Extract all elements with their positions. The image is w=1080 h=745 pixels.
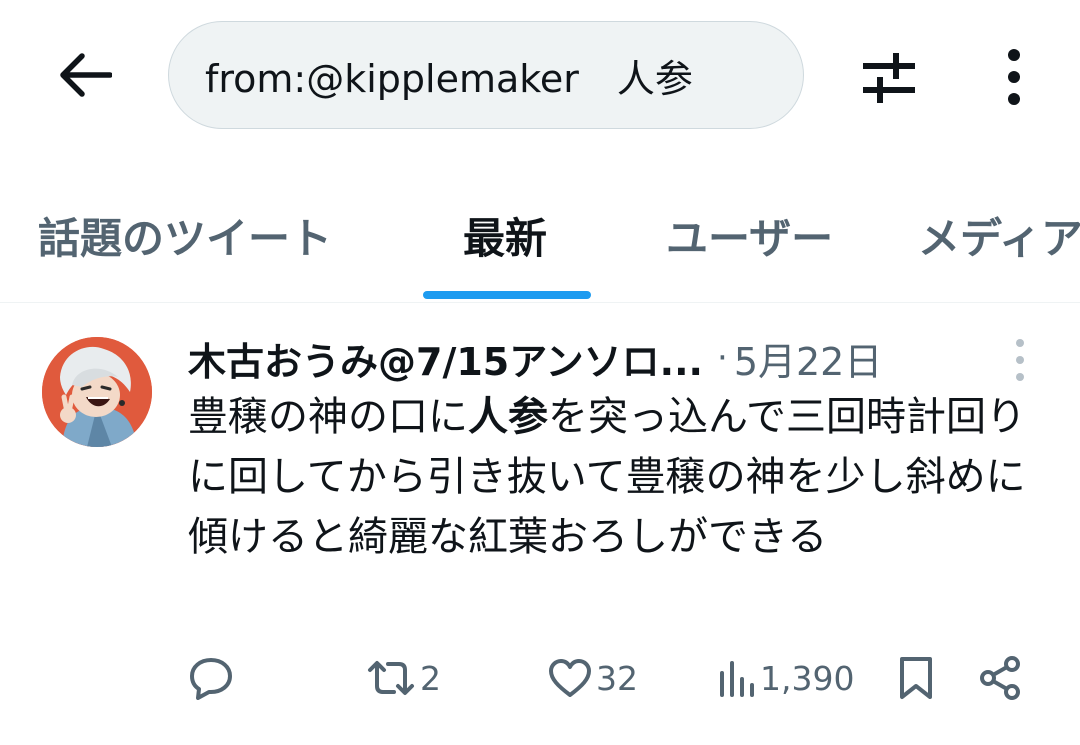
heart-icon xyxy=(549,659,591,697)
avatar[interactable] xyxy=(42,337,152,447)
retweet-icon xyxy=(368,661,414,695)
search-highlight: 人参 xyxy=(468,394,548,440)
author-name[interactable]: 木古おうみ@7/15アンソロ... xyxy=(188,331,703,386)
active-tab-indicator xyxy=(423,291,591,299)
tab-top[interactable]: 話題のツイート xyxy=(38,205,332,266)
tweet-text-part: 豊穣の神の口に xyxy=(188,394,468,440)
retweet-button[interactable]: 2 xyxy=(366,651,441,705)
dot-icon xyxy=(1016,373,1024,381)
back-button[interactable] xyxy=(50,45,120,105)
bookmark-button[interactable] xyxy=(898,651,934,705)
tab-media[interactable]: メディア xyxy=(918,205,1080,266)
tab-latest[interactable]: 最新 xyxy=(463,205,547,266)
avatar-illustration xyxy=(42,337,152,447)
tweet[interactable]: 木古おうみ@7/15アンソロ... · 5月22日 豊穣の神の口に人参を突っ込ん… xyxy=(0,303,1080,745)
share-icon xyxy=(980,656,1020,700)
more-vertical-icon xyxy=(1008,49,1020,105)
tweet-more-button[interactable] xyxy=(1004,337,1036,383)
bookmark-icon xyxy=(900,657,932,699)
like-button[interactable]: 32 xyxy=(548,651,638,705)
share-button[interactable] xyxy=(978,651,1022,705)
retweet-count: 2 xyxy=(420,658,441,698)
search-input[interactable]: from:@kipplemaker 人参 xyxy=(168,21,804,129)
views-button[interactable]: 1,390 xyxy=(718,651,854,705)
tweet-actions: 2 32 1,390 xyxy=(0,643,1080,713)
filter-button[interactable] xyxy=(854,42,924,112)
dot-icon xyxy=(1016,356,1024,364)
arrow-left-icon xyxy=(60,53,112,97)
search-tabs: 話題のツイート 最新 ユーザー メディア xyxy=(0,175,1080,303)
tweet-header: 木古おうみ@7/15アンソロ... · 5月22日 xyxy=(188,331,882,385)
sliders-icon xyxy=(863,53,915,103)
dot-icon xyxy=(1016,339,1024,347)
tweet-text: 豊穣の神の口に人参を突っ込んで三回時計回りに回してから引き抜いて豊穣の神を少し斜… xyxy=(188,387,1048,567)
view-count: 1,390 xyxy=(760,658,855,698)
top-bar: from:@kipplemaker 人参 xyxy=(0,0,1080,150)
more-options-button[interactable] xyxy=(986,42,1042,112)
separator-dot: · xyxy=(717,338,728,378)
analytics-icon xyxy=(720,661,754,697)
like-count: 32 xyxy=(596,658,638,698)
tweet-timestamp[interactable]: 5月22日 xyxy=(734,331,883,386)
tab-users[interactable]: ユーザー xyxy=(666,205,833,266)
reply-button[interactable] xyxy=(188,651,234,705)
reply-icon xyxy=(190,658,232,700)
